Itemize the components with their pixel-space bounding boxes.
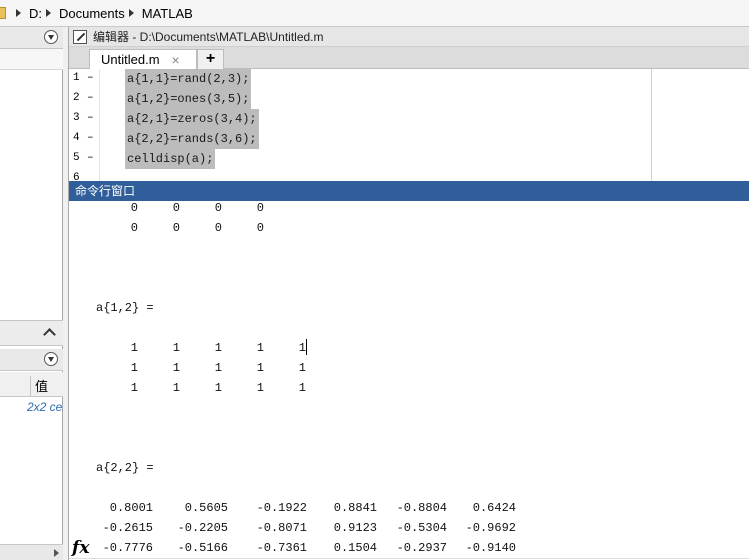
breakpoint-marker[interactable]: – [87, 92, 94, 104]
command-window-title: 命令行窗口 [69, 181, 749, 201]
command-output[interactable]: 0 0 0 0 0 0 0 0 1 1 1 1 1 1 1 1 1 1 1 1 1 1 1 0.8001 0.5605 -0.19… [69, 201, 749, 560]
matrix-cell: 1 [298, 341, 306, 355]
line-number: 4 [73, 132, 80, 144]
code-line[interactable]: 6 [69, 169, 749, 181]
tab-label: Untitled.m [101, 52, 160, 67]
workspace-column-header: 值 [0, 372, 63, 397]
matrix-cell: -0.2205 [177, 521, 228, 535]
editor-icon [73, 29, 87, 44]
breakpoint-marker[interactable]: – [87, 132, 94, 144]
code-line[interactable]: 3 – a{2,1}=zeros(3,4); [69, 109, 749, 129]
chevron-right-icon[interactable] [16, 9, 21, 17]
code-area[interactable]: 1 – a{1,1}=rand(2,3); 2 – a{1,2}=ones(3,… [69, 69, 749, 181]
breakpoint-marker[interactable]: – [87, 112, 94, 124]
matrix-cell: 0.5605 [184, 501, 228, 515]
chevron-right-icon[interactable] [46, 9, 51, 17]
close-tab-icon[interactable]: × [172, 52, 180, 68]
details-collapse-bar[interactable] [0, 320, 63, 346]
matrix-cell: -0.9140 [465, 541, 516, 555]
breakpoint-marker[interactable]: – [87, 72, 94, 84]
code-text[interactable]: a{1,2}=ones(3,5); [125, 89, 252, 109]
code-line[interactable]: 2 – a{1,2}=ones(3,5); [69, 89, 749, 109]
workspace-header [0, 349, 63, 371]
editor-title-bar: 编辑器 - D:\Documents\MATLAB\Untitled.m [69, 27, 749, 47]
code-text[interactable]: a{2,1}=zeros(3,4); [125, 109, 259, 129]
panel-menu-icon[interactable] [44, 30, 58, 44]
breakpoint-marker[interactable]: – [87, 152, 94, 164]
new-tab-button[interactable]: + [197, 49, 224, 69]
matrix-cell: 0.8841 [333, 501, 377, 515]
line-number: 5 [73, 152, 80, 164]
matrix-cell: -0.5304 [396, 521, 447, 535]
matrix-cell: 0.6424 [472, 501, 516, 515]
matrix-cell: -0.9692 [465, 521, 516, 535]
matrix-cell: -0.2937 [396, 541, 447, 555]
matrix-cell: -0.8804 [396, 501, 447, 515]
matrix-cell: 0.8001 [109, 501, 153, 515]
breadcrumb-drive[interactable]: D: [29, 6, 42, 21]
scroll-right-icon[interactable] [54, 549, 59, 557]
code-text[interactable]: a{1,1}=rand(2,3); [125, 69, 252, 89]
current-folder-header [0, 27, 63, 49]
code-line[interactable]: 5 – celldisp(a); [69, 149, 749, 169]
workspace-variable-value[interactable]: 2x2 cell [27, 400, 63, 414]
code-text[interactable]: celldisp(a); [125, 149, 216, 169]
line-number: 1 [73, 72, 80, 84]
breadcrumb-matlab[interactable]: MATLAB [142, 6, 193, 21]
matrix-cell: 0 [256, 201, 264, 215]
editor-panel: 编辑器 - D:\Documents\MATLAB\Untitled.m Unt… [68, 27, 749, 181]
address-bar: D: Documents MATLAB [0, 0, 749, 27]
chevron-right-icon[interactable] [128, 9, 134, 17]
workspace-value-column[interactable]: 值 [30, 376, 48, 396]
matrix-cell: 0.1504 [333, 541, 377, 555]
matrix-cell: -0.7776 [102, 541, 153, 555]
editor-title: 编辑器 - D:\Documents\MATLAB\Untitled.m [93, 30, 324, 44]
matrix-cell: 1 [298, 381, 306, 395]
matrix-cell: -0.7361 [256, 541, 307, 555]
code-line[interactable]: 4 – a{2,2}=rands(3,6); [69, 129, 749, 149]
matrix-cell: -0.2615 [102, 521, 153, 535]
matrix-cell: 0.9123 [333, 521, 377, 535]
horizontal-scrollbar[interactable] [0, 544, 63, 560]
code-text[interactable]: a{2,2}=rands(3,6); [125, 129, 259, 149]
matrix-cell: 1 [298, 361, 306, 375]
matrix-cell: 0 [256, 221, 264, 235]
output-label-a22: a{2,2} = [96, 461, 154, 475]
matrix-cell: -0.8071 [256, 521, 307, 535]
command-window: 命令行窗口 0 0 0 0 0 0 0 0 1 1 1 1 1 1 1 1 1 1 1 1 1 1 1 0.8001 0.560… [68, 181, 749, 560]
function-browser-icon[interactable]: fx [72, 538, 89, 558]
code-line[interactable]: 1 – a{1,1}=rand(2,3); [69, 69, 749, 89]
chevron-up-icon[interactable] [43, 328, 56, 341]
editor-tab-bar: Untitled.m × + [69, 47, 749, 69]
panel-menu-icon[interactable] [44, 352, 58, 366]
text-cursor [306, 339, 307, 355]
tab-untitled[interactable]: Untitled.m × [89, 49, 197, 69]
line-number: 6 [73, 172, 80, 181]
left-panel: 值 2x2 cell [0, 27, 63, 560]
folder-icon [0, 7, 6, 19]
matrix-cell: -0.1922 [256, 501, 307, 515]
prompt-divider [69, 558, 749, 559]
current-folder-column-header[interactable] [0, 49, 63, 70]
gutter-divider [99, 69, 100, 181]
output-label-a12: a{1,2} = [96, 301, 154, 315]
matrix-cell: -0.5166 [177, 541, 228, 555]
breadcrumb-documents[interactable]: Documents [59, 6, 125, 21]
line-number: 3 [73, 112, 80, 124]
line-number: 2 [73, 92, 80, 104]
right-margin-line [651, 69, 652, 181]
